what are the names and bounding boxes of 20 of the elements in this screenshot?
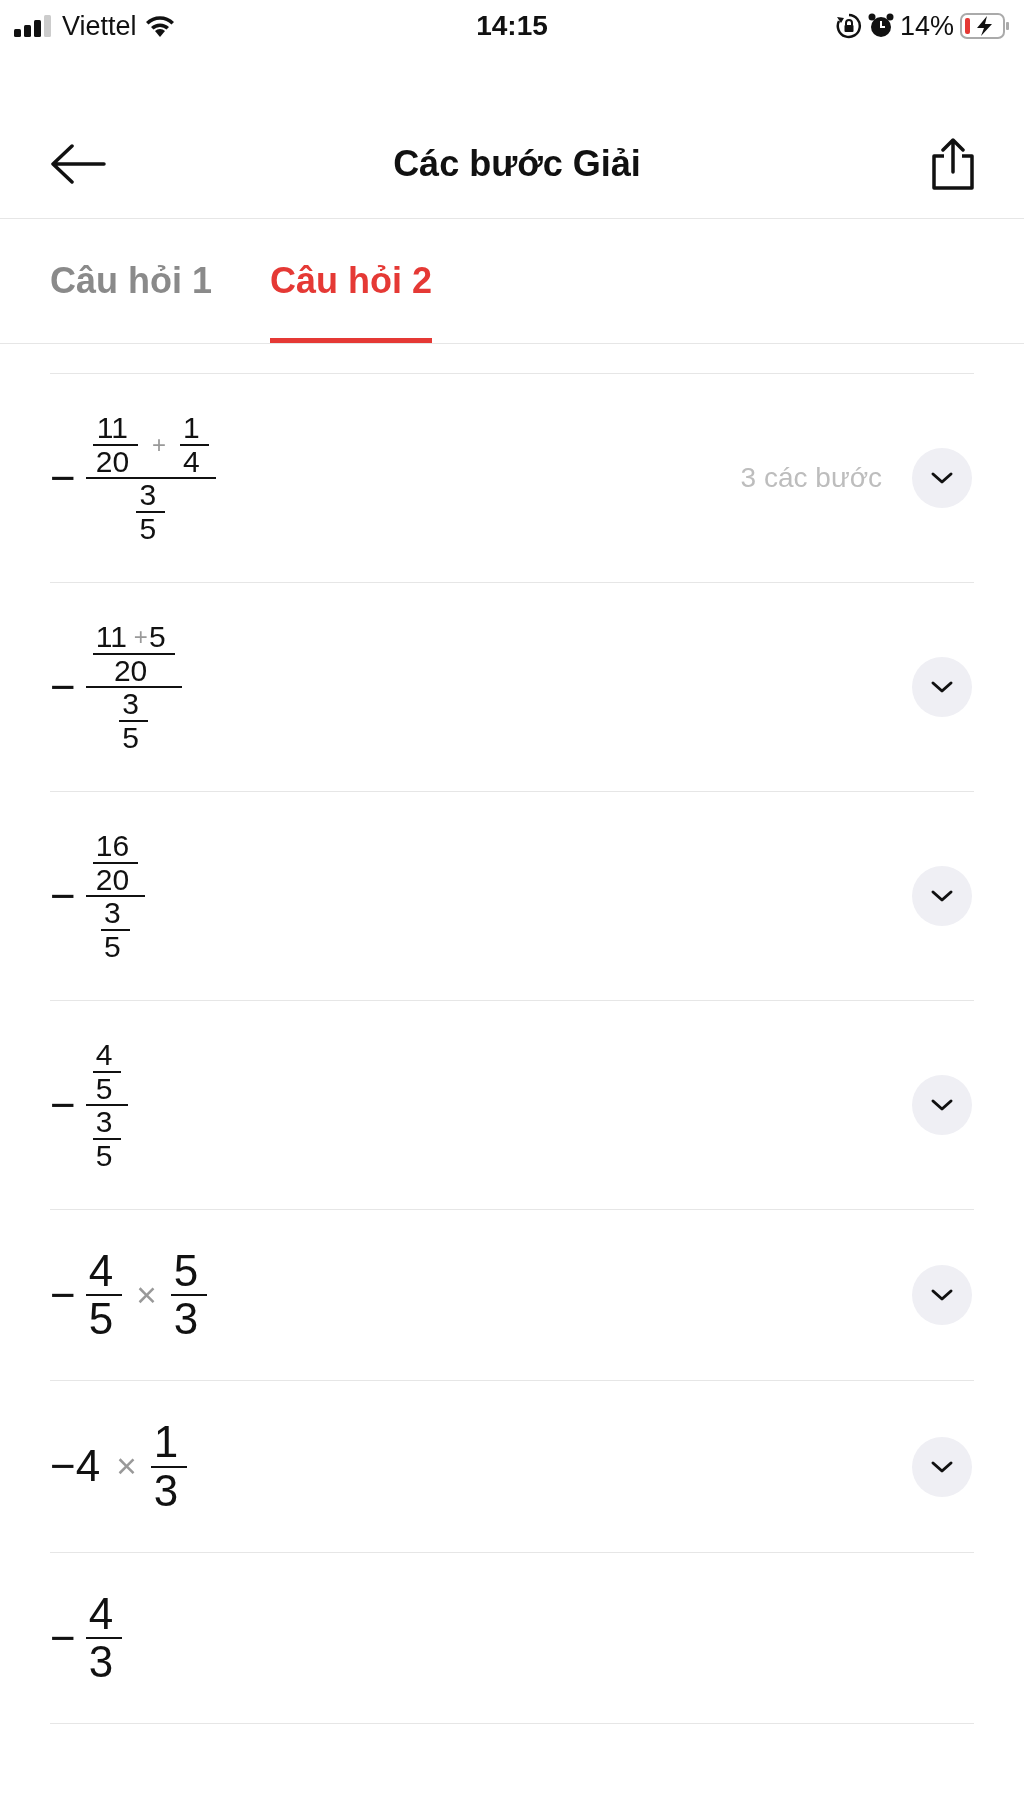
chevron-down-icon [930, 471, 954, 485]
battery-percent: 14% [899, 10, 954, 42]
carrier-name: Viettel [62, 10, 137, 42]
clock-time: 14:15 [476, 10, 548, 42]
alarm-icon [867, 13, 894, 39]
chevron-down-icon [930, 889, 954, 903]
signal-icon [14, 15, 54, 37]
question-tab[interactable]: Câu hỏi 2 [270, 219, 433, 343]
step-count: 3 các bước [740, 462, 882, 494]
rotation-lock-icon [835, 13, 862, 39]
math-expression: − 11 +5 20 3 5 [50, 621, 186, 753]
wifi-icon [144, 15, 175, 37]
chevron-down-icon [930, 1288, 954, 1303]
chevron-down-icon [930, 1459, 954, 1474]
battery-charging-icon [960, 13, 1010, 39]
page-title: Các bước Giải [393, 143, 641, 185]
back-arrow-icon[interactable] [50, 144, 106, 184]
question-tab[interactable]: Câu hỏi 1 [50, 219, 213, 343]
chevron-down-icon [930, 680, 954, 694]
chevron-down-icon [930, 1098, 954, 1112]
